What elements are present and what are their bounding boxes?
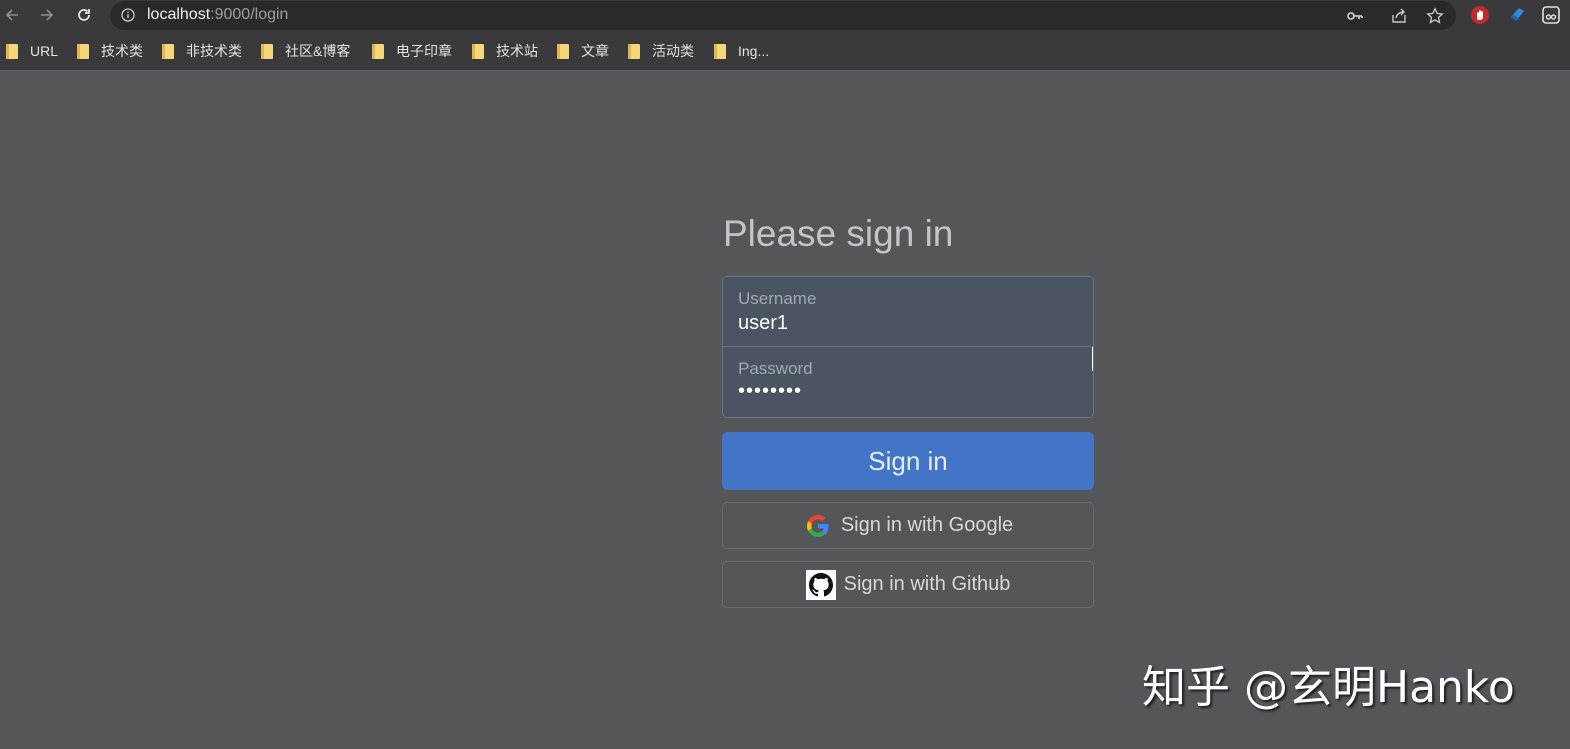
sign-in-github-button[interactable]: Sign in with Github — [722, 561, 1094, 608]
extension-icon[interactable] — [1507, 5, 1527, 25]
bookmark-label: 社区&博客 — [285, 43, 351, 59]
username-value[interactable]: user1 — [738, 312, 788, 335]
bookmark-label: 技术站 — [496, 43, 538, 59]
folder-icon — [628, 43, 640, 59]
username-label: Username — [738, 289, 817, 308]
url-text[interactable]: localhost:9000/login — [147, 6, 288, 24]
forward-arrow-icon[interactable] — [36, 4, 58, 26]
page-content: Please sign in Username user1 Password •… — [0, 71, 1570, 749]
reload-icon[interactable] — [73, 4, 95, 26]
extension-icon[interactable] — [1541, 5, 1561, 25]
info-icon[interactable] — [121, 8, 135, 22]
google-icon — [803, 511, 833, 541]
bookmark-folder[interactable]: Ing... — [714, 42, 769, 60]
text-caret — [1092, 347, 1093, 371]
bookmark-label: 电子印章 — [396, 43, 452, 59]
bookmark-label: 非技术类 — [186, 43, 242, 59]
bookmark-label: 活动类 — [652, 43, 694, 59]
bookmark-folder[interactable]: 活动类 — [628, 42, 694, 60]
bookmark-label: Ing... — [738, 43, 770, 59]
sign-in-google-button[interactable]: Sign in with Google — [722, 502, 1094, 549]
share-icon[interactable] — [1390, 7, 1408, 25]
star-icon[interactable] — [1426, 7, 1444, 25]
folder-icon — [6, 43, 18, 59]
bookmark-label: 文章 — [581, 43, 609, 59]
watermark: 知乎 @玄明Hanko — [1142, 662, 1515, 713]
bookmarks-bar: URL 技术类 非技术类 社区&博客 电子印章 技术站 文章 活动类 Ing..… — [0, 31, 1570, 71]
folder-icon — [557, 43, 569, 59]
bookmark-label: 技术类 — [101, 43, 143, 59]
bookmark-label: URL — [30, 43, 59, 59]
folder-icon — [372, 43, 384, 59]
address-bar[interactable]: localhost:9000/login — [110, 1, 1456, 30]
extension-icon[interactable] — [1470, 5, 1490, 25]
bookmark-folder[interactable]: 非技术类 — [162, 42, 242, 60]
folder-icon — [261, 43, 273, 59]
folder-icon — [472, 43, 484, 59]
password-label: Password — [738, 359, 813, 378]
sign-in-button[interactable]: Sign in — [722, 432, 1094, 490]
bookmark-folder[interactable]: URL — [6, 42, 58, 60]
github-button-label: Sign in with Github — [843, 573, 1011, 595]
username-field[interactable]: Username user1 — [722, 276, 1094, 347]
back-arrow-icon[interactable] — [1, 4, 23, 26]
bookmark-folder[interactable]: 社区&博客 — [261, 42, 350, 60]
bookmark-folder[interactable]: 技术类 — [77, 42, 143, 60]
google-button-label: Sign in with Google — [840, 514, 1014, 536]
browser-toolbar: localhost:9000/login — [0, 0, 1570, 31]
url-host: localhost — [147, 6, 211, 23]
folder-icon — [162, 43, 174, 59]
github-icon — [805, 569, 836, 600]
folder-icon — [77, 43, 89, 59]
bookmark-folder[interactable]: 技术站 — [472, 42, 538, 60]
key-icon[interactable] — [1346, 7, 1364, 25]
password-field[interactable]: Password •••••••• — [722, 346, 1094, 418]
page-title: Please sign in — [723, 213, 954, 254]
bookmark-folder[interactable]: 文章 — [557, 42, 609, 60]
url-path: :9000/login — [210, 6, 289, 23]
bookmark-folder[interactable]: 电子印章 — [372, 42, 452, 60]
folder-icon — [714, 43, 726, 59]
password-value[interactable]: •••••••• — [738, 380, 802, 403]
